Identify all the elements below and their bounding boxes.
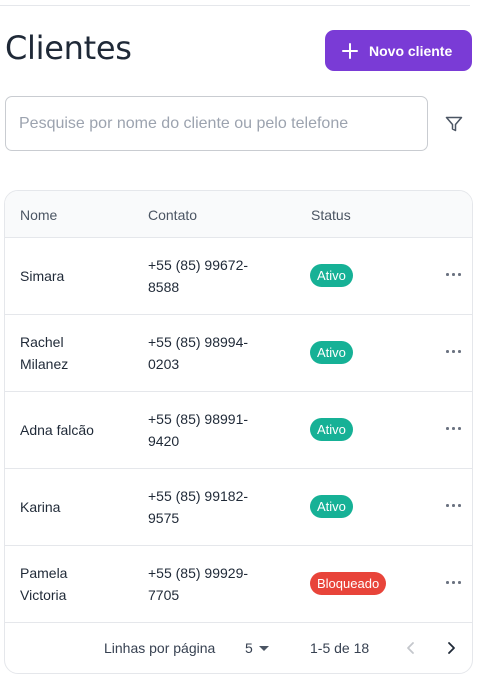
client-name: Rachel Milanez [20, 331, 130, 375]
dot [452, 504, 455, 507]
dot [458, 504, 461, 507]
client-name-line: Adna falcão [20, 422, 94, 438]
more-horizontal-icon[interactable] [443, 495, 463, 515]
dot [452, 273, 455, 276]
table-row[interactable]: Rachel Milanez +55 (85) 98994- 0203 Ativo [5, 315, 472, 392]
status-badge: Ativo [310, 495, 353, 518]
more-horizontal-icon[interactable] [443, 418, 463, 438]
more-horizontal-icon[interactable] [443, 264, 463, 284]
client-contact-line: +55 (85) 99672- [148, 257, 249, 273]
chevron-left-icon[interactable] [401, 638, 421, 658]
client-name: Adna falcão [20, 419, 130, 441]
more-horizontal-icon[interactable] [443, 572, 463, 592]
client-name-line: Rachel [20, 334, 64, 350]
rows-per-page-value: 5 [245, 640, 253, 656]
dot [446, 350, 449, 353]
client-contact: +55 (85) 99182- 9575 [148, 485, 278, 529]
new-client-button-label: Novo cliente [369, 42, 453, 59]
client-contact-line: +55 (85) 99929- [148, 565, 249, 581]
dot [452, 427, 455, 430]
column-header-contact: Contato [148, 207, 198, 223]
top-divider [0, 5, 470, 6]
table-header: Nome Contato Status [5, 191, 472, 238]
client-contact: +55 (85) 98994- 0203 [148, 331, 278, 375]
client-contact: +55 (85) 99672- 8588 [148, 254, 278, 298]
table-row[interactable]: Simara +55 (85) 99672- 8588 Ativo [5, 238, 472, 315]
client-contact: +55 (85) 98991- 9420 [148, 408, 278, 452]
caret-down-icon [258, 645, 269, 651]
search-input[interactable] [5, 96, 428, 151]
status-badge: Ativo [310, 264, 353, 287]
rows-per-page-select[interactable]: 5 [245, 640, 269, 656]
dot [458, 581, 461, 584]
client-name-line: Victoria [20, 587, 67, 603]
status-badge: Ativo [310, 341, 353, 364]
client-name-line: Pamela [20, 565, 68, 581]
client-name: Pamela Victoria [20, 562, 130, 606]
pagination: Linhas por página 5 1-5 de 18 [5, 623, 472, 673]
dot [446, 581, 449, 584]
status-badge: Bloqueado [310, 572, 387, 595]
client-name: Simara [20, 265, 130, 287]
client-name-line: Karina [20, 499, 61, 515]
dot [446, 504, 449, 507]
page-title: Clientes [5, 29, 132, 67]
client-contact-line: 0203 [148, 356, 180, 372]
dot [458, 350, 461, 353]
column-header-name: Nome [20, 207, 58, 223]
pagination-range: 1-5 de 18 [310, 640, 370, 656]
more-horizontal-icon[interactable] [443, 341, 463, 361]
new-client-button[interactable]: Novo cliente [325, 30, 472, 71]
table-row[interactable]: Adna falcão +55 (85) 98991- 9420 Ativo [5, 392, 472, 469]
clients-table: Nome Contato Status Simara +55 (85) 99672… [4, 190, 473, 674]
dot [446, 427, 449, 430]
client-contact: +55 (85) 99929- 7705 [148, 562, 278, 606]
plus-icon [341, 42, 359, 60]
dot [458, 427, 461, 430]
dot [446, 273, 449, 276]
client-contact-line: +55 (85) 98991- [148, 411, 249, 427]
status-badge: Ativo [310, 418, 353, 441]
dot [452, 581, 455, 584]
client-name-line: Simara [20, 268, 65, 284]
rows-per-page-label: Linhas por página [104, 640, 216, 656]
client-contact-line: 7705 [148, 587, 180, 603]
client-contact-line: +55 (85) 99182- [148, 488, 249, 504]
table-row[interactable]: Pamela Victoria +55 (85) 99929- 7705 Bloquea… [5, 546, 472, 623]
chevron-right-icon[interactable] [441, 638, 461, 658]
client-contact-line: 9575 [148, 510, 180, 526]
client-name-line: Milanez [20, 356, 69, 372]
table-row[interactable]: Karina +55 (85) 99182- 9575 Ativo [5, 469, 472, 546]
client-name: Karina [20, 496, 130, 518]
column-header-status: Status [311, 207, 351, 223]
dot [458, 273, 461, 276]
filter-icon[interactable] [444, 114, 464, 134]
client-contact-line: 8588 [148, 279, 180, 295]
client-contact-line: 9420 [148, 433, 180, 449]
dot [452, 350, 455, 353]
client-contact-line: +55 (85) 98994- [148, 334, 249, 350]
